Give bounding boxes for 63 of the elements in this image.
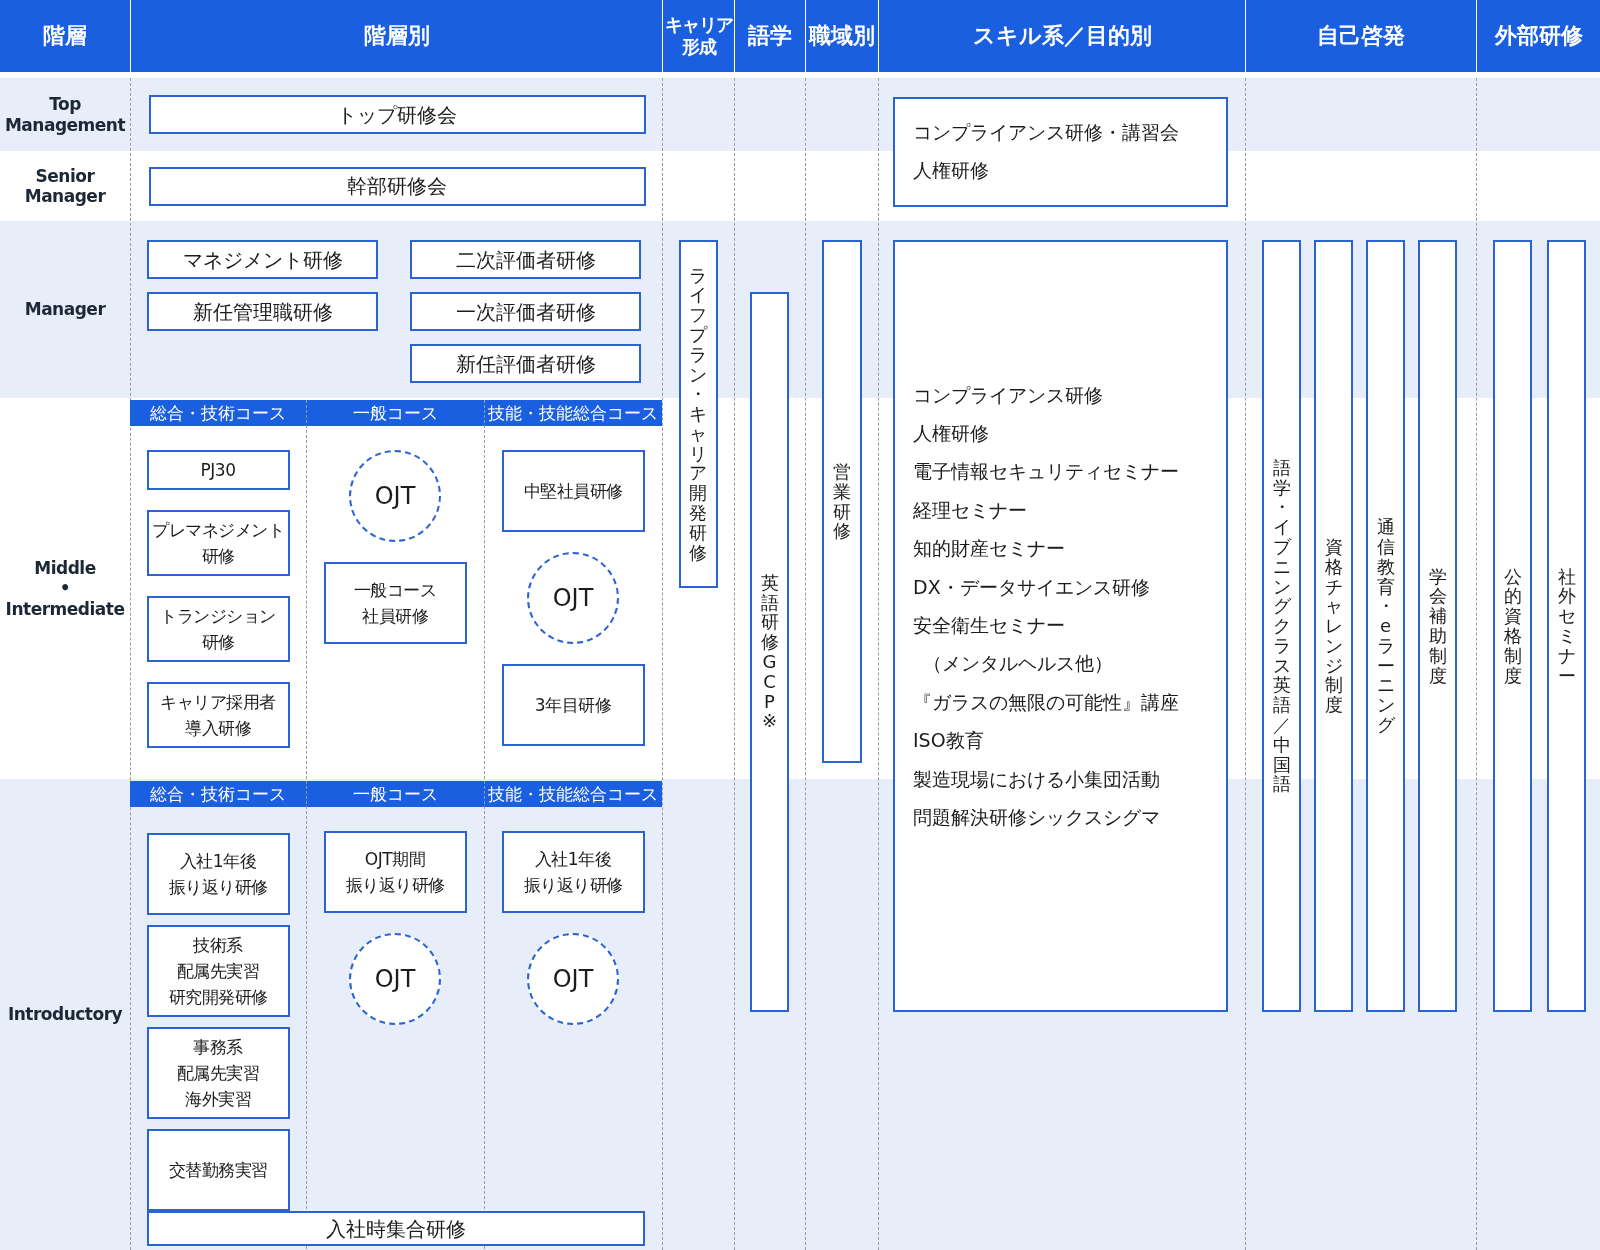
skill-item: コンプライアンス研修 <box>913 382 1103 408</box>
column-header: 外部研修 <box>1476 0 1600 72</box>
training-box: 新任管理職研修 <box>147 292 378 331</box>
training-box: トランジション 研修 <box>146 596 290 662</box>
skill-item: 製造現場における小集団活動 <box>913 766 1160 792</box>
training-box: 入社1年後 振り返り研修 <box>501 831 645 913</box>
training-bar: 公的資格制度 <box>1493 240 1532 1012</box>
skill-item: 人権研修 <box>913 420 989 446</box>
training-bar: 英語研修GCP※ <box>750 292 789 1012</box>
skill-item: DX・データサイエンス研修 <box>913 574 1150 600</box>
training-box: 事務系 配属先実習 海外実習 <box>146 1027 290 1119</box>
training-box: 一般コース 社員研修 <box>323 562 467 644</box>
training-box: キャリア採用者 導入研修 <box>146 682 290 748</box>
column-header: 階層 <box>0 0 130 72</box>
course-label: 技能・技能総合コース <box>487 401 659 425</box>
column-header: 階層別 <box>130 0 662 72</box>
training-bar: 通信教育・eラーニング <box>1366 240 1405 1012</box>
column-header: 職域別 <box>805 0 878 72</box>
training-bar: 営業研修 <box>821 240 862 763</box>
level-label: Senior Manager <box>24 165 106 207</box>
training-box: 技術系 配属先実習 研究開発研修 <box>146 925 290 1017</box>
training-box: PJ30 <box>146 450 290 490</box>
training-box: 幹部研修会 <box>148 166 646 206</box>
skill-item: 電子情報セキュリティセミナー <box>913 459 1179 485</box>
training-box: 3年目研修 <box>501 664 645 746</box>
level-label: Middle • Intermediate <box>5 557 125 620</box>
skill-item: コンプライアンス研修・講習会 <box>913 120 1179 145</box>
training-bar: 語学・イブニングクラス英語／中国語 <box>1262 240 1301 1012</box>
level-label: Introductory <box>7 1004 123 1025</box>
level-label: Top Management <box>4 94 126 135</box>
column-header: 自己啓発 <box>1245 0 1476 72</box>
skill-item: 人権研修 <box>913 158 989 184</box>
training-box: 新任評価者研修 <box>410 344 641 383</box>
training-bar: ライフプラン・キャリア開発研修 <box>678 240 718 588</box>
skill-item: ISO教育 <box>913 728 984 754</box>
course-label: 総合・技術コース <box>149 401 287 425</box>
course-label: 技能・技能総合コース <box>487 782 659 806</box>
training-box: 二次評価者研修 <box>410 240 641 279</box>
skill-item: 問題解決研修シックスシグマ <box>913 805 1160 831</box>
training-bar: 社外セミナー <box>1547 240 1586 1012</box>
skill-item: 安全衛生セミナー <box>913 613 1065 638</box>
column-header: スキル系／目的別 <box>878 0 1245 72</box>
column-header: 語学 <box>734 0 805 72</box>
course-label: 一般コース <box>351 782 439 806</box>
skill-item: 『ガラスの無限の可能性』講座 <box>913 689 1179 715</box>
training-box: トップ研修会 <box>148 95 646 134</box>
level-label: Manager <box>24 299 106 320</box>
training-box: OJT期間 振り返り研修 <box>323 831 467 913</box>
course-label: 一般コース <box>351 401 439 425</box>
skill-item: 経理セミナー <box>913 497 1027 523</box>
training-box: 一次評価者研修 <box>410 292 641 331</box>
skill-item: 知的財産セミナー <box>913 536 1065 562</box>
training-box: 入社1年後 振り返り研修 <box>146 833 290 915</box>
skill-item: （メンタルヘルス他） <box>922 651 1113 677</box>
training-box: 入社時集合研修 <box>147 1211 645 1246</box>
training-box: 中堅社員研修 <box>501 450 645 532</box>
training-box: プレマネジメント 研修 <box>146 510 290 576</box>
training-bar: 資格チャレンジ制度 <box>1314 240 1353 1012</box>
training-box: 交替勤務実習 <box>146 1129 290 1211</box>
training-bar: 学会補助制度 <box>1418 240 1457 1012</box>
column-header: キャリア 形成 <box>662 0 734 72</box>
course-label: 総合・技術コース <box>149 782 287 806</box>
training-box: マネジメント研修 <box>147 240 378 279</box>
